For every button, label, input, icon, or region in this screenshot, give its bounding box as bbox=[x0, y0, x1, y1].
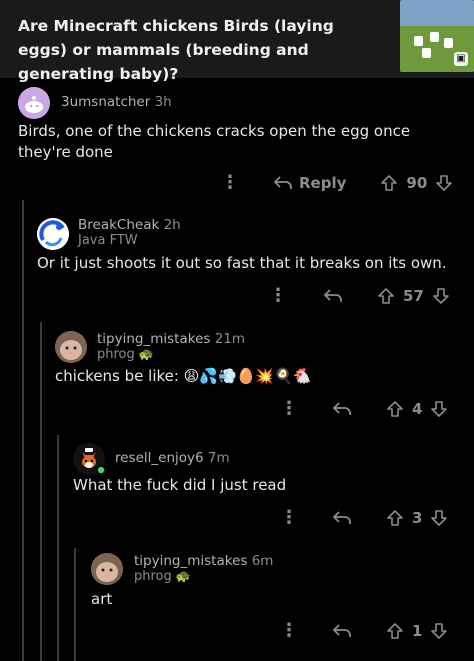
username-text[interactable]: tipying_mistakes bbox=[97, 331, 210, 347]
downvote-icon[interactable] bbox=[430, 400, 448, 418]
vote-controls: 4 bbox=[386, 400, 448, 418]
upvote-icon[interactable] bbox=[386, 509, 404, 527]
post-title[interactable]: Are Minecraft chickens Birds (laying egg… bbox=[18, 14, 378, 86]
avatar-hamster-icon bbox=[91, 553, 123, 585]
comment-username[interactable]: tipying_mistakes 21m bbox=[97, 331, 245, 347]
reply-button[interactable] bbox=[332, 510, 352, 526]
thread-line[interactable] bbox=[22, 200, 24, 661]
online-status-icon bbox=[96, 465, 105, 475]
comment-body: What the fuck did I just read bbox=[73, 476, 287, 494]
avatar[interactable] bbox=[73, 443, 105, 475]
username-text[interactable]: resell_enjoy6 bbox=[115, 450, 204, 466]
thread-line[interactable] bbox=[40, 322, 42, 661]
reply-button[interactable]: Reply bbox=[273, 174, 346, 192]
avatar-hamster-icon bbox=[55, 331, 87, 363]
vote-controls: 57 bbox=[377, 287, 450, 305]
vote-controls: 1 bbox=[386, 622, 448, 640]
upvote-icon[interactable] bbox=[377, 287, 395, 305]
comment-username[interactable]: 3umsnatcher 3h bbox=[61, 94, 172, 110]
username-text[interactable]: BreakCheak bbox=[78, 217, 159, 233]
comment-time: 6m bbox=[251, 553, 274, 569]
vote-controls: 3 bbox=[386, 509, 448, 527]
comment-actions: ⋮ Reply 90 bbox=[221, 171, 463, 195]
username-text[interactable]: 3umsnatcher bbox=[61, 94, 150, 110]
downvote-icon[interactable] bbox=[435, 174, 453, 192]
upvote-icon[interactable] bbox=[386, 400, 404, 418]
downvote-icon[interactable] bbox=[432, 287, 450, 305]
more-options-icon[interactable]: ⋮ bbox=[280, 509, 298, 527]
avatar[interactable] bbox=[91, 553, 123, 585]
reply-button[interactable] bbox=[323, 288, 343, 304]
comment-actions: ⋮ 1 bbox=[280, 619, 463, 643]
flair-text: phrog bbox=[97, 347, 135, 362]
reply-arrow-icon bbox=[332, 402, 351, 415]
reply-label: Reply bbox=[299, 174, 347, 192]
upvote-icon[interactable] bbox=[386, 622, 404, 640]
avatar[interactable] bbox=[55, 331, 87, 363]
comment-username[interactable]: tipying_mistakes 6m bbox=[134, 553, 273, 569]
comment-body: art bbox=[91, 590, 113, 608]
vote-score: 4 bbox=[412, 400, 423, 418]
reply-button[interactable] bbox=[332, 623, 352, 639]
comment-time: 21m bbox=[214, 331, 246, 347]
comment-actions: ⋮ 57 bbox=[269, 284, 463, 308]
comment-username[interactable]: resell_enjoy6 7m bbox=[115, 450, 230, 466]
post-thumbnail[interactable]: ▣ bbox=[400, 0, 474, 72]
avatar-swirl-icon bbox=[37, 218, 69, 250]
username-text[interactable]: tipying_mistakes bbox=[134, 553, 247, 569]
comment-username[interactable]: BreakCheak 2h bbox=[78, 217, 181, 233]
comment-actions: ⋮ 3 bbox=[280, 506, 463, 530]
reddit-snoo-icon bbox=[18, 87, 50, 119]
downvote-icon[interactable] bbox=[430, 509, 448, 527]
comment-body: Birds, one of the chickens cracks open t… bbox=[18, 122, 411, 161]
flair-text: phrog bbox=[134, 569, 172, 584]
user-flair: phrog 🐢 bbox=[134, 569, 191, 584]
comment-time: 2h bbox=[163, 217, 181, 233]
reply-arrow-icon bbox=[332, 511, 351, 524]
post-header[interactable]: Are Minecraft chickens Birds (laying egg… bbox=[0, 0, 474, 83]
thread-line[interactable] bbox=[74, 548, 76, 661]
vote-score: 57 bbox=[403, 287, 424, 305]
turtle-icon: 🐢 bbox=[175, 569, 191, 583]
more-options-icon[interactable]: ⋮ bbox=[280, 400, 298, 418]
comment-actions: ⋮ 4 bbox=[280, 397, 463, 421]
reply-arrow-icon bbox=[323, 289, 342, 302]
vote-score: 3 bbox=[412, 509, 423, 527]
more-options-icon[interactable]: ⋮ bbox=[269, 287, 287, 305]
more-options-icon[interactable]: ⋮ bbox=[221, 174, 239, 192]
user-flair: phrog 🐢 bbox=[97, 347, 154, 362]
reply-button[interactable] bbox=[332, 401, 352, 417]
avatar-fox-icon bbox=[73, 443, 105, 475]
vote-controls: 90 bbox=[380, 174, 453, 192]
thread-line[interactable] bbox=[57, 435, 59, 661]
turtle-icon: 🐢 bbox=[138, 347, 154, 361]
avatar[interactable] bbox=[18, 87, 50, 119]
comment-time: 7m bbox=[207, 450, 230, 466]
avatar[interactable] bbox=[37, 218, 69, 250]
comment-time: 3h bbox=[154, 94, 172, 110]
vote-score: 1 bbox=[412, 622, 423, 640]
gallery-icon: ▣ bbox=[454, 52, 468, 66]
user-flair: Java FTW bbox=[78, 233, 138, 248]
vote-score: 90 bbox=[406, 174, 428, 192]
downvote-icon[interactable] bbox=[430, 622, 448, 640]
comment-body: Or it just shoots it out so fast that it… bbox=[37, 254, 447, 272]
comment-body: chickens be like: 😩💦💨🥚💥🍳🐔 bbox=[55, 367, 312, 385]
reply-arrow-icon bbox=[273, 176, 292, 189]
more-options-icon[interactable]: ⋮ bbox=[280, 622, 298, 640]
reply-arrow-icon bbox=[332, 624, 351, 637]
upvote-icon[interactable] bbox=[380, 174, 398, 192]
